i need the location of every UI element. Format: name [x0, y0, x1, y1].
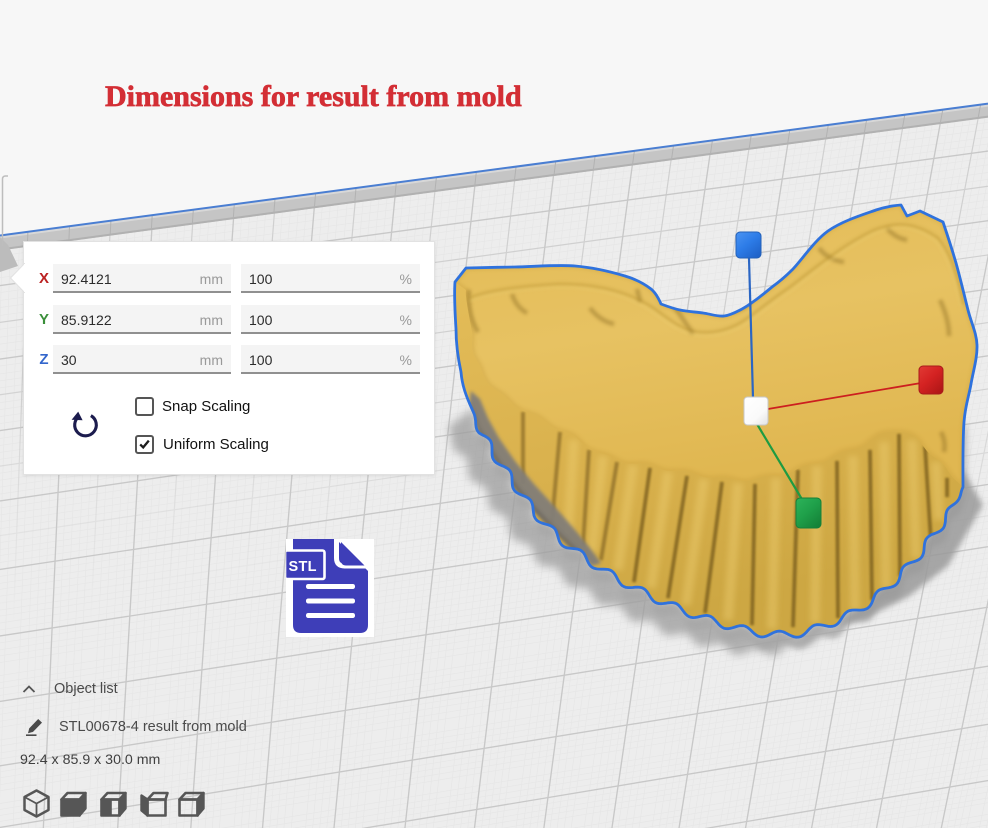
svg-text:STL: STL [289, 559, 317, 575]
